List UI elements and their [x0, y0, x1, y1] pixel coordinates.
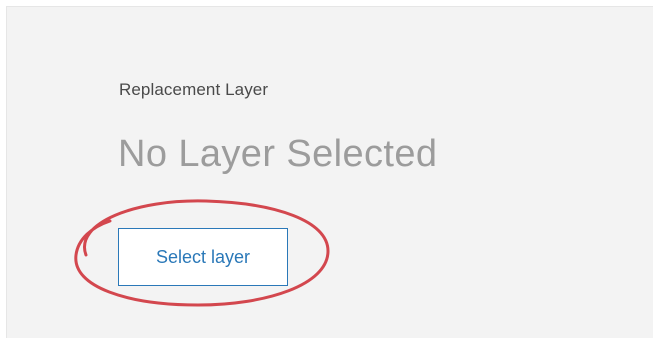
- replacement-layer-panel: Replacement Layer No Layer Selected Sele…: [6, 6, 653, 338]
- replacement-layer-label: Replacement Layer: [119, 80, 269, 99]
- select-layer-button[interactable]: Select layer: [118, 228, 288, 286]
- layer-selection-status: No Layer Selected: [118, 133, 438, 175]
